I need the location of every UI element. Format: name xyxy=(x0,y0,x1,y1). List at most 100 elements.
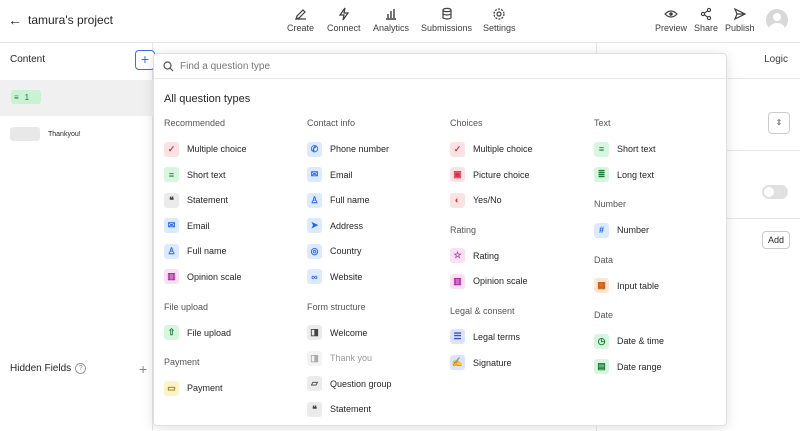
question-type-option[interactable]: # Number xyxy=(594,221,734,239)
category-heading: Date xyxy=(594,310,614,321)
nav-submissions[interactable]: Submissions xyxy=(421,7,472,33)
option-label: Short text xyxy=(187,169,226,180)
short-text-icon: ≡ xyxy=(594,141,609,157)
question-type-option[interactable]: ✍ Signature xyxy=(450,354,590,372)
ending-list-item[interactable]: Thankyou! xyxy=(10,127,81,141)
add-hidden-field-button[interactable]: + xyxy=(139,361,147,377)
user-avatar[interactable] xyxy=(766,9,788,31)
question-type-option[interactable]: ◨ Welcome xyxy=(307,324,447,342)
question-type-option[interactable]: ✓ Multiple choice xyxy=(164,140,304,158)
question-type-option[interactable]: ▥ Opinion scale xyxy=(164,268,304,286)
question-type-option[interactable]: ▥ Opinion scale xyxy=(450,272,590,290)
option-label: Short text xyxy=(617,144,656,154)
question-type-option[interactable]: ❝ Statement xyxy=(164,191,304,209)
question-type-option[interactable]: ✉ Email xyxy=(164,217,304,235)
option-label: Opinion scale xyxy=(187,271,242,282)
question-type-option[interactable]: ▦ Input table xyxy=(594,277,734,295)
question-type-option[interactable]: ♙ Full name xyxy=(307,191,447,209)
category-heading: Data xyxy=(594,254,614,265)
question-type-option[interactable]: ✉ Email xyxy=(307,166,447,184)
long-text-icon: ≣ xyxy=(594,167,609,183)
question-type-option[interactable]: ≡ Short text xyxy=(594,140,734,158)
question-list-item[interactable]: ≡ 1 xyxy=(0,80,153,116)
category-heading: File upload xyxy=(164,301,209,312)
scale-icon: ▥ xyxy=(164,269,179,285)
hidden-fields-section[interactable]: Hidden Fields ? xyxy=(10,363,87,374)
nav-analytics[interactable]: Analytics xyxy=(373,7,409,33)
person-icon: ♙ xyxy=(164,243,179,259)
question-type-option[interactable]: ◐ Yes/No xyxy=(450,191,590,209)
hidden-fields-label: Hidden Fields xyxy=(10,363,72,374)
project-name: tamura's project xyxy=(28,13,113,27)
question-type-column: Recommended ✓ Multiple choice ≡ Short text ❝ S… xyxy=(164,118,304,405)
question-type-option[interactable]: ✆ Phone number xyxy=(307,140,447,158)
help-icon[interactable]: ? xyxy=(75,363,87,374)
option-label: Country xyxy=(330,246,362,257)
question-type-option[interactable]: ➤ Address xyxy=(307,217,447,235)
nav-connect[interactable]: Connect xyxy=(327,7,361,33)
question-badge: ≡ 1 xyxy=(11,90,41,104)
document-icon: ☰ xyxy=(450,329,465,345)
question-type-option[interactable]: ◎ Country xyxy=(307,242,447,260)
question-type-option[interactable]: ∞ Website xyxy=(307,268,447,286)
category-heading: Contact info xyxy=(307,118,356,128)
option-label: Input table xyxy=(617,280,660,291)
logic-tab[interactable]: Logic xyxy=(764,54,788,65)
option-label: Yes/No xyxy=(473,195,502,206)
question-type-option[interactable]: ▱ Question group xyxy=(307,375,447,393)
question-type-option[interactable]: ▤ Date range xyxy=(594,358,734,376)
question-type-option[interactable]: ☰ Legal terms xyxy=(450,328,590,346)
question-type-option[interactable]: ✓ Multiple choice xyxy=(450,140,590,158)
nav-settings[interactable]: Settings xyxy=(483,7,516,33)
credit-card-icon: ▭ xyxy=(164,380,179,396)
table-icon: ▦ xyxy=(594,278,609,294)
option-label: Opinion scale xyxy=(473,276,528,287)
question-type-option[interactable]: ▣ Picture choice xyxy=(450,166,590,184)
preview-button[interactable]: Preview xyxy=(655,7,687,33)
question-type-option[interactable]: ☆ Rating xyxy=(450,247,590,265)
add-button[interactable]: Add xyxy=(762,231,790,249)
folder-icon: ▱ xyxy=(307,376,322,392)
question-type-search-input[interactable] xyxy=(180,60,680,72)
back-to-project-link[interactable]: ← tamura's project xyxy=(8,13,113,27)
option-label: Welcome xyxy=(330,327,368,338)
question-type-option[interactable]: ⇧ File upload xyxy=(164,324,304,342)
door-icon: ◨ xyxy=(307,325,322,341)
option-label: Email xyxy=(330,169,353,180)
type-select[interactable]: ⇕ xyxy=(768,112,790,134)
question-type-option[interactable]: ▭ Payment xyxy=(164,379,304,397)
ending-screen-icon xyxy=(10,127,40,141)
question-type-option[interactable]: ♙ Full name xyxy=(164,242,304,260)
category-heading: Legal & consent xyxy=(450,305,515,316)
mail-icon: ✉ xyxy=(164,218,179,234)
option-label: Full name xyxy=(187,246,227,257)
option-label: Website xyxy=(330,271,363,282)
add-question-button[interactable]: + xyxy=(135,50,155,70)
question-type-option[interactable]: ◷ Date & time xyxy=(594,332,734,350)
option-label: Date & time xyxy=(617,336,665,347)
nav-create[interactable]: Create xyxy=(287,7,314,33)
question-type-option[interactable]: ≣ Long text xyxy=(594,166,734,184)
option-label: Statement xyxy=(330,404,372,415)
top-bar: ← tamura's project Create Connect Analyt… xyxy=(0,0,800,43)
upload-icon: ⇧ xyxy=(164,325,179,341)
question-type-option[interactable]: ◨ Thank you xyxy=(307,349,447,367)
required-toggle[interactable] xyxy=(762,185,788,199)
question-number: 1 xyxy=(24,92,30,102)
phone-icon: ✆ xyxy=(307,141,322,157)
clock-icon: ◷ xyxy=(594,333,609,349)
calendar-icon: ▤ xyxy=(594,359,609,375)
publish-button[interactable]: Publish xyxy=(725,7,755,33)
door-icon: ◨ xyxy=(307,350,322,366)
check-icon: ✓ xyxy=(450,141,465,157)
question-type-option[interactable]: ❝ Statement xyxy=(307,400,447,418)
link-icon: ∞ xyxy=(307,269,322,285)
gear-icon xyxy=(493,8,505,20)
share-button[interactable]: Share xyxy=(694,7,718,33)
question-type-option[interactable]: ≡ Short text xyxy=(164,166,304,184)
